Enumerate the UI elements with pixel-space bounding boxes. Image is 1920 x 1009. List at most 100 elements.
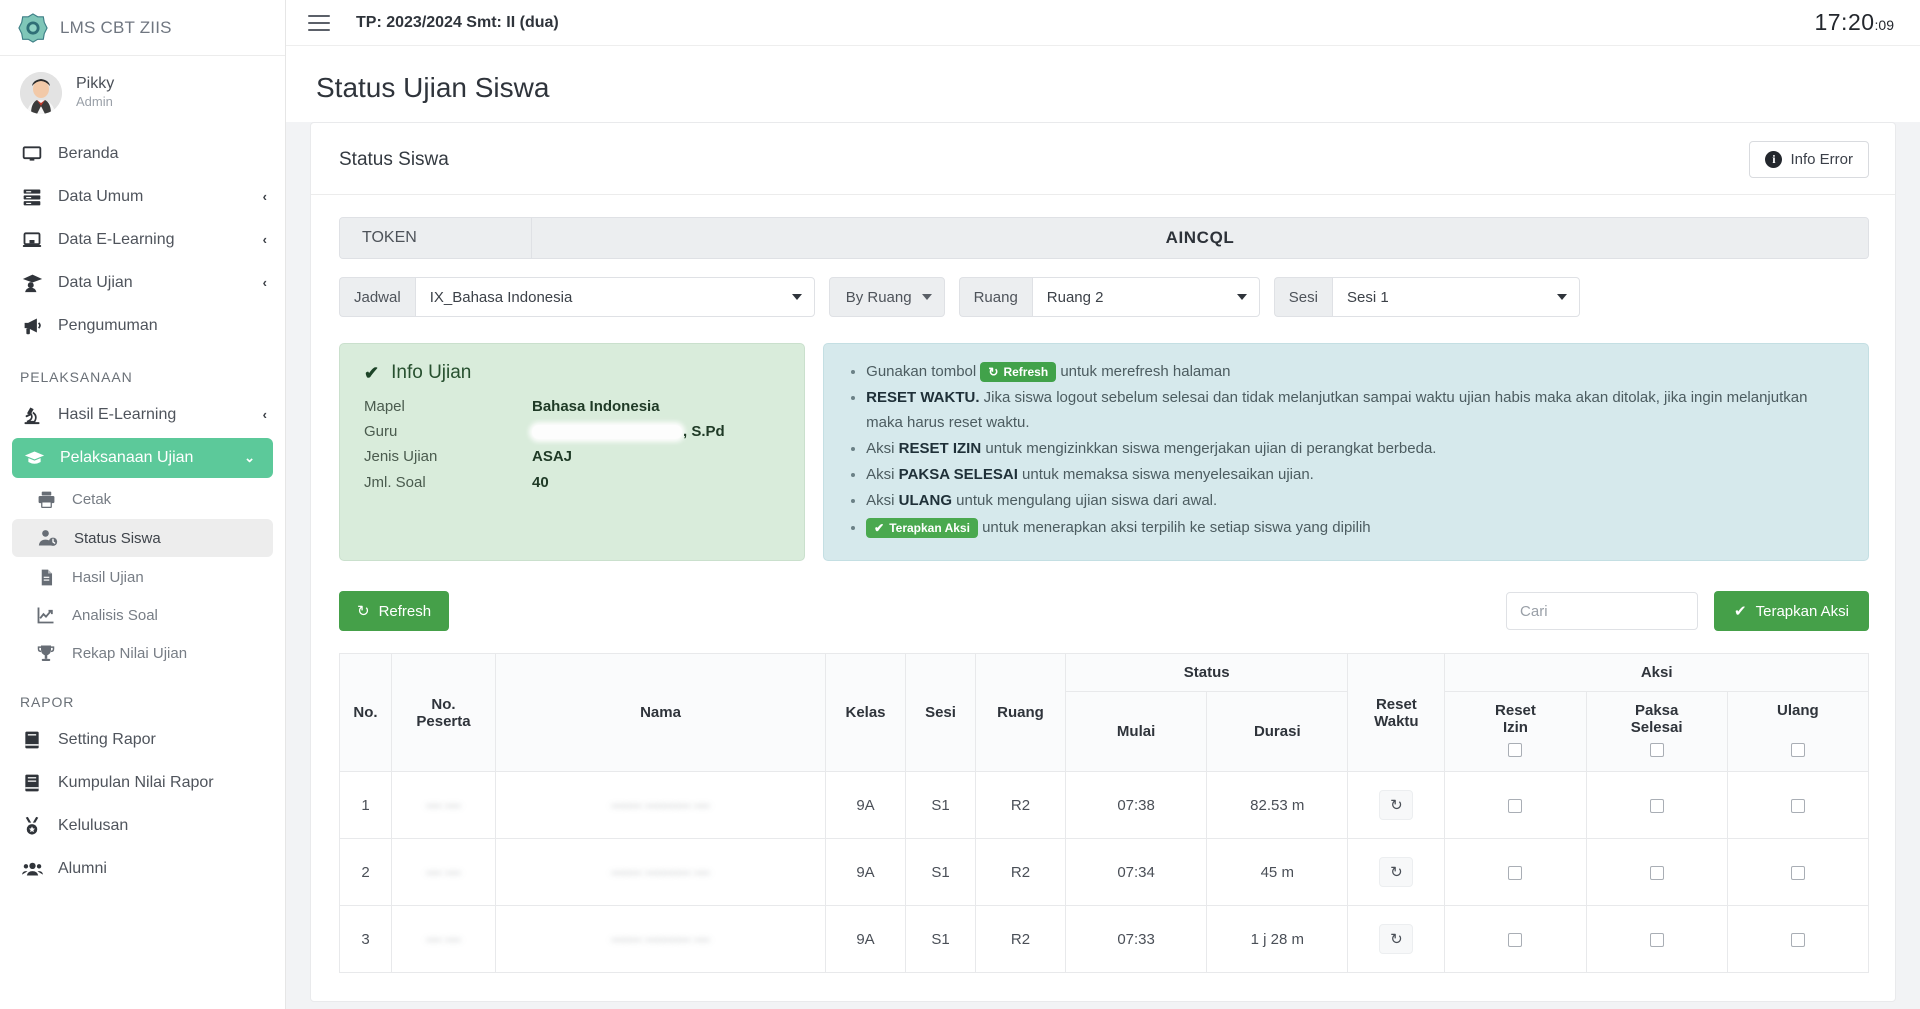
instruction-text: untuk mengizinkkan siswa mengerjakan uji… bbox=[985, 439, 1437, 457]
redacted-nama: —— ——— — bbox=[611, 796, 710, 814]
cell-reset-izin bbox=[1444, 905, 1587, 974]
sidebar-item-analisis-soal[interactable]: Analisis Soal bbox=[0, 596, 285, 634]
cell-nama: —— ——— — bbox=[495, 838, 826, 907]
sidebar-item-hasil-ujian[interactable]: Hasil Ujian bbox=[0, 558, 285, 596]
graduate-cap-icon bbox=[22, 447, 46, 469]
instructions-panel: Gunakan tombol ↻ Refresh untuk merefresh… bbox=[823, 343, 1869, 562]
th-reset-waktu-line1: Reset bbox=[1375, 695, 1417, 713]
sidebar-item-cetak[interactable]: Cetak bbox=[0, 480, 285, 518]
paksa-selesai-checkbox[interactable] bbox=[1649, 865, 1664, 880]
reset-izin-select-all-checkbox[interactable] bbox=[1508, 743, 1523, 758]
sidebar-item-hasil-elearning[interactable]: Hasil E-Learning ‹ bbox=[0, 393, 285, 436]
instruction-strong: RESET IZIN bbox=[898, 439, 982, 457]
reset-izin-checkbox[interactable] bbox=[1508, 798, 1523, 813]
refresh-button-label: Refresh bbox=[378, 602, 432, 620]
sesi-select[interactable]: Sesi 1 bbox=[1331, 277, 1580, 317]
instruction-text: untuk memaksa siswa menyelesaikan ujian. bbox=[1022, 466, 1314, 484]
ulang-checkbox[interactable] bbox=[1790, 798, 1805, 813]
instruction-item: Aksi RESET IZIN untuk mengizinkkan siswa… bbox=[866, 437, 1846, 461]
sidebar-item-label: Pelaksanaan Ujian bbox=[60, 449, 194, 466]
card-header: Status Siswa i Info Error bbox=[311, 123, 1895, 195]
sidebar-item-label: Hasil E-Learning bbox=[58, 405, 177, 423]
cell-no-peserta: — — bbox=[391, 905, 496, 974]
th-ruang: Ruang bbox=[975, 653, 1066, 773]
redaction-block bbox=[532, 425, 682, 440]
by-select[interactable]: By Ruang bbox=[828, 277, 945, 317]
sidebar-item-kelulusan[interactable]: Kelulusan bbox=[0, 804, 285, 847]
ulang-checkbox[interactable] bbox=[1790, 865, 1805, 880]
paksa-selesai-select-all-checkbox[interactable] bbox=[1649, 743, 1664, 758]
instruction-item: Aksi ULANG untuk mengulang ujian siswa d… bbox=[866, 489, 1846, 513]
cell-mulai: 07:34 bbox=[1064, 838, 1208, 907]
chevron-down-icon bbox=[1236, 294, 1247, 300]
jadwal-label: Jadwal bbox=[339, 277, 415, 317]
sidebar-item-pelaksanaan-ujian[interactable]: Pelaksanaan Ujian ⌄ bbox=[12, 438, 273, 478]
chevron-down-icon bbox=[921, 294, 932, 300]
refresh-button[interactable]: ↻ Refresh bbox=[339, 591, 450, 632]
cell-paksa-selesai bbox=[1585, 771, 1728, 840]
instruction-text: Jika siswa logout sebelum selesai dan ti… bbox=[866, 389, 1808, 431]
ruang-select[interactable]: Ruang 2 bbox=[1031, 277, 1260, 317]
sidebar-item-kumpulan-nilai-rapor[interactable]: Kumpulan Nilai Rapor bbox=[0, 761, 285, 804]
info-ujian-header: ✔ Info Ujian bbox=[364, 362, 782, 384]
page-title: Status Ujian Siswa bbox=[286, 46, 1920, 122]
reset-izin-checkbox[interactable] bbox=[1508, 865, 1523, 880]
sidebar-item-data-ujian[interactable]: Data Ujian ‹ bbox=[0, 261, 285, 304]
sidebar-item-setting-rapor[interactable]: Setting Rapor bbox=[0, 718, 285, 761]
info-ujian-title: Info Ujian bbox=[391, 362, 472, 383]
cell-no-peserta: — — bbox=[391, 771, 496, 840]
sidebar-item-rekap-nilai-ujian[interactable]: Rekap Nilai Ujian bbox=[0, 634, 285, 672]
ulang-select-all-checkbox[interactable] bbox=[1790, 743, 1805, 758]
avatar bbox=[20, 72, 62, 114]
info-error-button[interactable]: i Info Error bbox=[1749, 141, 1869, 178]
th-group-status: Status bbox=[1064, 653, 1349, 693]
chevron-down-icon bbox=[791, 294, 802, 300]
menu-toggle-icon[interactable] bbox=[308, 14, 330, 31]
laptop-icon bbox=[20, 229, 44, 251]
reset-waktu-button[interactable]: ↻ bbox=[1379, 790, 1414, 821]
jadwal-value: IX_Bahasa Indonesia bbox=[429, 288, 573, 306]
sidebar-item-label: Rekap Nilai Ujian bbox=[72, 644, 188, 662]
jadwal-select[interactable]: IX_Bahasa Indonesia bbox=[414, 277, 815, 317]
chevron-left-icon: ‹ bbox=[262, 407, 267, 422]
cell-ruang: R2 bbox=[975, 838, 1066, 907]
reset-waktu-button[interactable]: ↻ bbox=[1379, 857, 1414, 888]
sidebar-item-pengumuman[interactable]: Pengumuman bbox=[0, 304, 285, 347]
cell-kelas: 9A bbox=[825, 771, 906, 840]
instruction-item: RESET WAKTU. Jika siswa logout sebelum s… bbox=[866, 386, 1846, 435]
profile-role: Admin bbox=[76, 93, 113, 109]
info-value: , S.Pd bbox=[683, 423, 725, 441]
ulang-checkbox[interactable] bbox=[1790, 932, 1805, 947]
sidebar-item-status-siswa[interactable]: Status Siswa bbox=[12, 519, 273, 557]
info-value: 40 bbox=[532, 473, 549, 491]
info-key: Guru bbox=[364, 423, 398, 441]
search-input[interactable] bbox=[1506, 592, 1699, 631]
sidebar-section-rapor: RAPOR bbox=[20, 694, 75, 710]
refresh-icon: ↻ bbox=[988, 364, 999, 379]
sidebar-item-label: Kelulusan bbox=[58, 816, 129, 834]
terapkan-aksi-button[interactable]: ✔ Terapkan Aksi bbox=[1714, 591, 1869, 632]
info-key: Jml. Soal bbox=[364, 473, 426, 491]
chevron-left-icon: ‹ bbox=[262, 232, 267, 247]
cell-nama: —— ——— — bbox=[495, 905, 826, 974]
sidebar-section-pelaksanaan: PELAKSANAAN bbox=[20, 369, 133, 385]
cell-durasi: 1 j 28 m bbox=[1206, 905, 1349, 974]
reset-izin-checkbox[interactable] bbox=[1508, 932, 1523, 947]
profile[interactable]: Pikky Admin bbox=[0, 56, 285, 128]
sidebar-item-alumni[interactable]: Alumni bbox=[0, 847, 285, 890]
paksa-selesai-checkbox[interactable] bbox=[1649, 798, 1664, 813]
brand[interactable]: LMS CBT ZIIS bbox=[0, 0, 285, 56]
book-icon bbox=[20, 729, 44, 751]
instruction-text: Gunakan tombol bbox=[866, 363, 977, 380]
app-logo-icon bbox=[18, 12, 48, 43]
clock: 17:20 :09 bbox=[1814, 9, 1894, 36]
sidebar-item-data-elearning[interactable]: Data E-Learning ‹ bbox=[0, 218, 285, 261]
sidebar-item-data-umum[interactable]: Data Umum ‹ bbox=[0, 175, 285, 218]
graduate-icon bbox=[20, 272, 44, 294]
paksa-selesai-checkbox[interactable] bbox=[1649, 932, 1664, 947]
reset-waktu-button[interactable]: ↻ bbox=[1379, 924, 1414, 955]
sidebar-item-beranda[interactable]: Beranda bbox=[0, 132, 285, 175]
sidebar-item-label: Analisis Soal bbox=[72, 606, 158, 624]
th-group-aksi: Aksi bbox=[1444, 653, 1869, 693]
instruction-text: untuk menerapkan aksi terpilih ke setiap… bbox=[982, 518, 1371, 536]
